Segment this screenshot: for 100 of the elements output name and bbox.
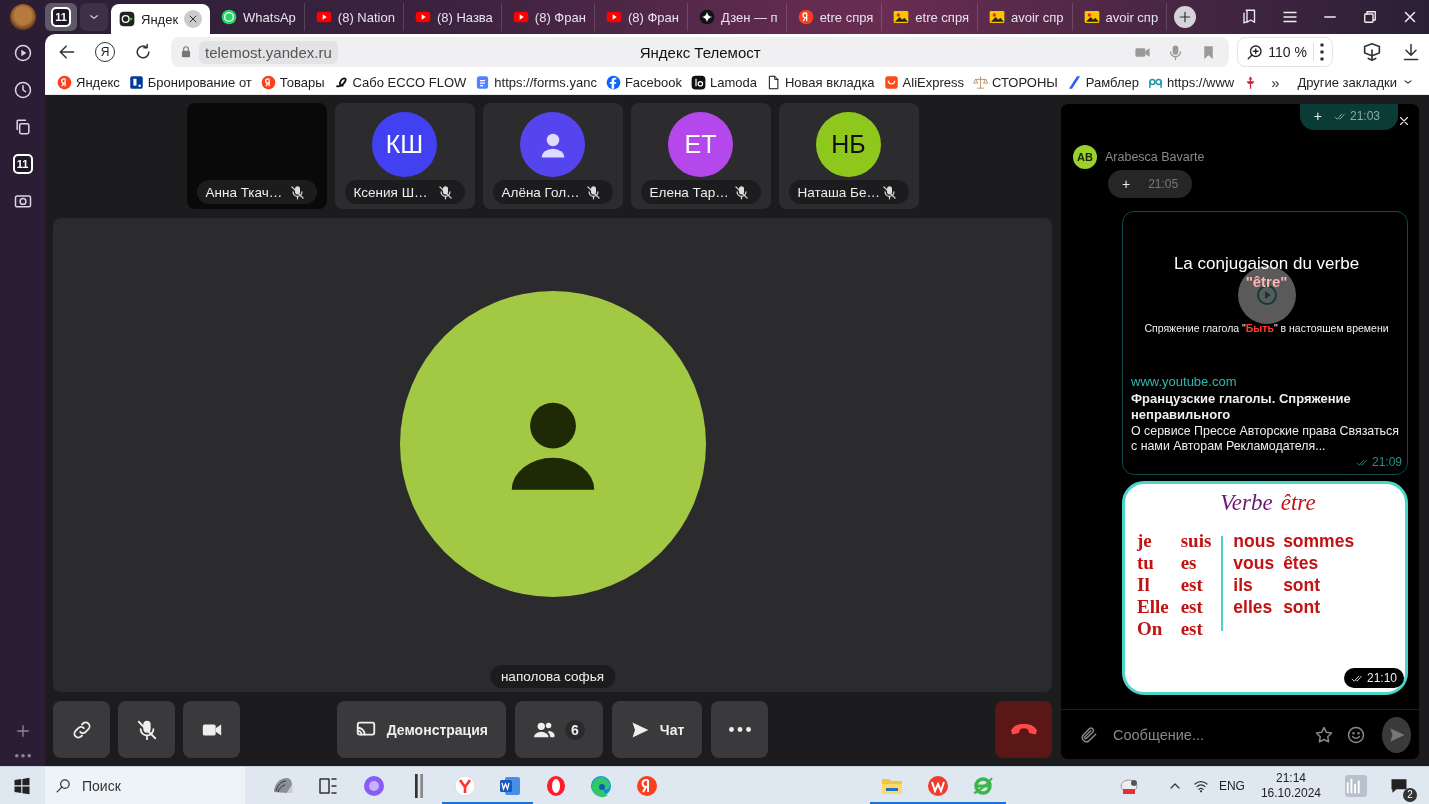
video-play-icon <box>414 9 431 25</box>
browser-tab[interactable]: Яндек <box>111 4 211 34</box>
browser-tab[interactable]: (8) Фран <box>504 3 595 31</box>
link-url[interactable]: www.youtube.com <box>1131 374 1402 391</box>
more-button[interactable] <box>711 701 769 758</box>
conjugation-text: est <box>1180 574 1204 597</box>
invite-link-button[interactable] <box>53 701 110 758</box>
bookmark-link[interactable]: https://www <box>1148 74 1235 90</box>
tab-group-button[interactable]: 11 <box>45 3 77 31</box>
microphone-button[interactable] <box>118 701 175 758</box>
search-icon <box>55 777 72 794</box>
image-heading: être <box>1280 490 1316 517</box>
restore-icon[interactable] <box>1361 8 1379 26</box>
swirl-icon <box>333 74 349 90</box>
close-chat-button[interactable] <box>1397 114 1411 128</box>
paperclip-icon[interactable] <box>1079 724 1099 745</box>
video-play-icon <box>315 9 332 25</box>
more-icon[interactable] <box>14 754 31 758</box>
hang-up-icon <box>1010 724 1037 735</box>
menu-icon[interactable] <box>1320 43 1324 61</box>
link-title: Французские глаголы. Спряжение неправильного <box>1131 390 1352 424</box>
more-bookmarks-button[interactable]: » <box>1271 73 1280 91</box>
smiley-icon[interactable] <box>1346 724 1366 745</box>
windows-icon[interactable] <box>13 776 31 795</box>
url-text[interactable]: telemost.yandex.ru <box>199 40 338 64</box>
play-icon[interactable] <box>12 43 33 63</box>
bookmark-link[interactable]: Рамблер <box>1066 74 1139 90</box>
bookmark-link[interactable]: Яндекс <box>57 74 120 90</box>
language-indicator[interactable]: ENG <box>1218 778 1245 793</box>
conjugation-text: Elle <box>1137 596 1169 619</box>
participants-button[interactable]: 6 <box>515 701 603 758</box>
message-time: 21:05 <box>1148 177 1179 191</box>
browser-tab[interactable]: etre спря <box>885 3 978 31</box>
bookmark-link[interactable]: Товары <box>260 74 325 90</box>
page-title: Яндекс Телемост <box>639 43 761 61</box>
hang-up-button[interactable] <box>995 701 1052 758</box>
sender-name: Arabesca Bavarte <box>1105 150 1205 164</box>
send-button[interactable] <box>1382 716 1411 753</box>
address-bar[interactable]: telemost.yandex.ru Яндекс Телемост <box>171 37 1230 67</box>
browser-tab[interactable]: etre спря <box>789 3 883 31</box>
conjugation-text: suis <box>1180 530 1212 553</box>
conjugation-text: vous <box>1233 552 1276 575</box>
lock-icon <box>179 45 193 59</box>
conjugation-text: Il <box>1137 574 1151 597</box>
avatar-initials: КШ <box>372 112 437 177</box>
conjugation-text: es <box>1180 552 1198 575</box>
star-icon[interactable] <box>1314 724 1334 745</box>
clock-icon[interactable] <box>12 80 33 100</box>
browser-tab[interactable]: Дзен — п <box>690 3 787 31</box>
bookmark-link[interactable]: AliExpress <box>883 74 964 90</box>
assistant-icon <box>361 773 386 798</box>
conjugation-text: est <box>1180 596 1204 619</box>
participant-name: наполова софья <box>489 665 616 688</box>
message-time: 21:09 <box>1371 455 1402 471</box>
app-icon <box>925 773 950 798</box>
bookmark-link[interactable]: Сабо ECCO FLOW <box>333 74 467 90</box>
sparkle-icon <box>698 9 715 25</box>
bookmark-link[interactable]: Бронирование от <box>128 74 252 90</box>
booking-icon <box>128 74 144 90</box>
participant-name: Наташа Бе… <box>788 180 909 204</box>
image-icon <box>989 9 1005 25</box>
bookmark-link[interactable]: Новая вкладка <box>766 74 875 90</box>
logo-icon <box>797 9 814 25</box>
participant-name: Елена Тар… <box>640 180 761 204</box>
browser-tab[interactable]: WhatsAp <box>213 3 305 31</box>
close-tab-button[interactable] <box>184 10 203 28</box>
facebook-icon <box>605 74 621 90</box>
message-input[interactable]: Сообщение... <box>1111 725 1302 744</box>
close-icon <box>1397 114 1411 128</box>
conjugation-text: elles <box>1233 596 1274 619</box>
participant-name: Алёна Гол… <box>492 180 613 204</box>
conjugation-text: est <box>1180 618 1204 641</box>
profile-avatar[interactable] <box>9 4 36 30</box>
camera-button[interactable] <box>183 701 240 758</box>
browser-tab[interactable]: avoir спр <box>1075 3 1168 31</box>
other-bookmarks-button[interactable]: Другие закладки <box>1297 74 1415 90</box>
slash-icon <box>1066 74 1082 90</box>
browser-tab[interactable]: avoir спр <box>981 3 1073 31</box>
new-tab-button[interactable] <box>1174 6 1197 28</box>
browser-tab[interactable]: (8) Nation <box>307 3 404 31</box>
tab-count-label: 11 <box>51 7 71 27</box>
participant-name: Ксения Ш… <box>344 180 465 204</box>
bookmark-link[interactable]: Lamoda <box>691 74 757 90</box>
bookmark-link[interactable]: СТОРОНЫ <box>973 74 1058 90</box>
conjugation-text: sont <box>1283 574 1322 597</box>
search-field[interactable]: Поиск <box>45 766 245 804</box>
collections-icon[interactable] <box>1361 41 1383 63</box>
screen-share-button[interactable]: Демонстрация <box>336 701 506 758</box>
zoom-icon <box>1246 43 1265 61</box>
tab-count-button[interactable]: 11 <box>12 154 33 174</box>
conjugation-text: sommes <box>1283 530 1355 553</box>
bookmark-link[interactable]: Facebook <box>605 74 682 90</box>
bars-icon <box>415 773 424 798</box>
chat-button[interactable]: Чат <box>611 701 703 758</box>
clock[interactable]: 21:14 16.10.2024 <box>1260 770 1321 801</box>
browser-tab[interactable]: (8) Фран <box>597 3 688 31</box>
message-time: 21:10 <box>1366 671 1397 686</box>
download-icon[interactable] <box>1401 42 1421 62</box>
bookmark-link[interactable]: https://forms.yanc <box>475 74 597 90</box>
browser-tab[interactable]: (8) Назва <box>406 3 502 31</box>
